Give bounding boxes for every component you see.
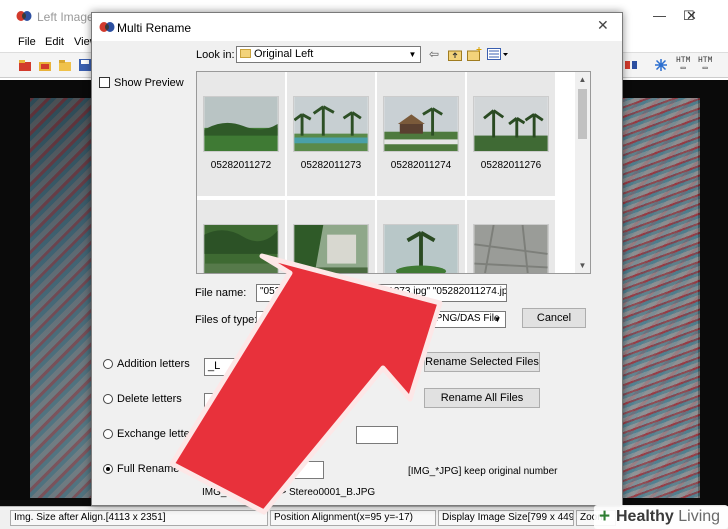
chevron-down-icon: ▼: [493, 315, 502, 324]
keep-original-number-label: [IMG_*JPG] keep original number: [408, 466, 558, 477]
thumbnail-item[interactable]: 05282011272: [197, 72, 285, 196]
thumbnail-label: 05282011276: [480, 160, 542, 171]
watermark-plus-icon: +: [599, 506, 611, 527]
thumbnail-item[interactable]: 05282011273: [287, 72, 375, 196]
files-of-type-combo[interactable]: JPS/MPO/BMP/JPG/STJ/BMP/TIF/GIF/PNG/DAS …: [256, 311, 506, 328]
full-rename-label: Full Rename: [117, 463, 180, 475]
open-left-icon[interactable]: [38, 58, 52, 72]
menu-file[interactable]: File: [18, 36, 36, 48]
close-icon[interactable]: ✕: [686, 8, 697, 24]
thumbnail-label: 05282011272: [210, 160, 272, 171]
thumbnail-label: 05282011274: [390, 160, 452, 171]
file-name-label: File name:: [195, 287, 247, 299]
file-name-input[interactable]: "05282011272.jpg" "05282011273.jpg" "052…: [256, 284, 507, 302]
snowflake-icon[interactable]: [654, 58, 668, 72]
full-rename-input[interactable]: Stereo: [204, 461, 324, 479]
look-in-combo[interactable]: Original Left ▼: [236, 46, 421, 63]
thumbnail-image: [203, 96, 279, 152]
thumbnail-label: 05282011273: [300, 160, 362, 171]
folder-icon: [240, 49, 251, 58]
look-in-label: Look in:: [196, 49, 235, 61]
thumbnail-image: [473, 96, 549, 152]
show-preview-label: Show Preview: [114, 77, 184, 89]
dialog-body: Show Preview Look in: Original Left ▼ ⇦ …: [92, 41, 622, 505]
new-folder-icon[interactable]: [467, 47, 482, 61]
thumbnail-item[interactable]: [467, 200, 555, 273]
files-of-type-value: JPS/MPO/BMP/JPG/STJ/BMP/TIF/GIF/PNG/DAS …: [260, 313, 500, 324]
multi-rename-dialog: Multi Rename ✕ Show Preview Look in: Ori…: [91, 12, 623, 506]
menu-edit[interactable]: Edit: [45, 36, 64, 48]
rename-selected-files-button[interactable]: Rename Selected Files: [424, 352, 540, 372]
status-display-size: Display Image Size[799 x 449]: [438, 510, 574, 526]
thumbnail-image: [473, 224, 549, 273]
addition-letters-input[interactable]: _L: [204, 358, 264, 376]
open-icon[interactable]: [18, 58, 32, 72]
cancel-button[interactable]: Cancel: [522, 308, 586, 328]
folder-icon[interactable]: [58, 58, 72, 72]
dialog-title: Multi Rename: [117, 21, 192, 35]
delete-letters-radio[interactable]: [103, 394, 113, 404]
minimize-icon[interactable]: —: [653, 8, 666, 23]
app-logo-icon: [16, 11, 32, 21]
thumbnail-item[interactable]: [197, 200, 285, 273]
thumbnail-item[interactable]: [377, 200, 465, 273]
watermark-text: Healthy Living: [616, 508, 721, 525]
addition-letters-radio[interactable]: [103, 359, 113, 369]
dialog-logo-icon: [99, 22, 115, 32]
up-folder-icon[interactable]: [448, 48, 462, 61]
show-preview-checkbox[interactable]: [99, 77, 110, 88]
thumbnail-image: [293, 224, 369, 273]
back-arrow-icon[interactable]: ⇦: [429, 47, 439, 61]
rename-all-files-button[interactable]: Rename All Files: [424, 388, 540, 408]
file-thumbnail-pane[interactable]: 05282011272 05282011273 05282011274 0528…: [196, 71, 591, 274]
look-in-value: Original Left: [254, 48, 314, 60]
exchange-letters-input[interactable]: [356, 426, 398, 444]
rename-example-text: IMG_0123.JPG --> Stereo0001_B.JPG: [202, 487, 376, 498]
addition-letters-label: Addition letters: [117, 358, 190, 370]
status-position: Position Alignment(x=95 y=-17): [270, 510, 436, 526]
save-icon[interactable]: [78, 58, 92, 72]
dialog-close-icon[interactable]: ✕: [597, 17, 609, 34]
files-of-type-label: Files of type:: [195, 314, 258, 326]
exchange-letters-radio[interactable]: [103, 429, 113, 439]
delete-letters-label: Delete letters: [117, 393, 182, 405]
swap-icon[interactable]: [624, 58, 638, 72]
htm-icon-1[interactable]: HTM ▭: [676, 57, 690, 73]
thumbnail-image: [383, 224, 459, 273]
thumbnail-image: [383, 96, 459, 152]
chevron-down-icon: ▼: [408, 50, 417, 59]
thumbnail-item[interactable]: [287, 200, 375, 273]
view-menu-icon[interactable]: [487, 48, 509, 60]
exchange-letters-label: Exchange letters: [117, 428, 199, 440]
thumbnail-item[interactable]: 05282011274: [377, 72, 465, 196]
dialog-titlebar: Multi Rename ✕: [92, 13, 622, 41]
htm-icon-2[interactable]: HTM ▭: [698, 57, 712, 73]
healthy-living-watermark: + Healthy Living: [594, 505, 728, 529]
scroll-down-icon[interactable]: ▼: [575, 258, 590, 273]
thumbnail-item[interactable]: 05282011276: [467, 72, 555, 196]
scroll-up-icon[interactable]: ▲: [575, 72, 590, 87]
scroll-thumb[interactable]: [578, 89, 587, 139]
full-rename-radio[interactable]: [103, 464, 113, 474]
thumbnail-scrollbar[interactable]: ▲ ▼: [575, 72, 590, 273]
thumbnail-image: [293, 96, 369, 152]
status-image-size: Img. Size after Align.[4113 x 2351]: [10, 510, 268, 526]
delete-letters-input[interactable]: _L: [204, 393, 264, 411]
thumbnail-image: [203, 224, 279, 273]
stereo-photo-edge: [620, 98, 700, 498]
